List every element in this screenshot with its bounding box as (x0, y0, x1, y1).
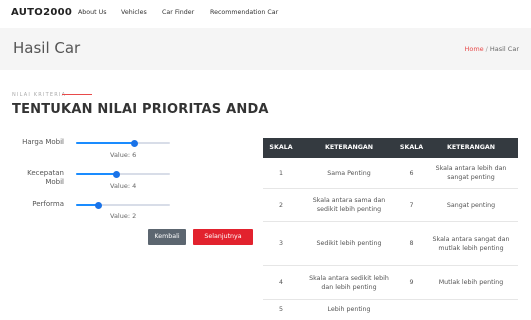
criteria-value-performa: Value: 2 (110, 212, 137, 220)
breadcrumb-home[interactable]: Home (464, 45, 483, 53)
navbar: AUTO2000 About Us Vehicles Car Finder Re… (0, 0, 531, 28)
table-cell: Sama Penting (327, 169, 371, 177)
table-cell: Skala antara sangat dan mutlak lebih pen… (432, 235, 510, 252)
table-cell: Sangat penting (446, 201, 496, 209)
table-cell: Skala antara sama dan sedikit lebih pent… (312, 197, 386, 213)
table-row: 3 Sedikit lebih penting 8 Skala antara s… (263, 222, 518, 266)
slider-performa[interactable] (76, 201, 170, 209)
table-cell: Skala antara lebih dan sangat penting (435, 165, 507, 181)
nav-car-finder[interactable]: Car Finder (162, 9, 194, 16)
table-cell: 8 (409, 240, 414, 247)
criteria-value-harga-mobil: Value: 6 (110, 151, 137, 159)
table-cell: Skala antara sedikit lebih dan lebih pen… (309, 274, 389, 291)
table-cell: Mutlak lebih penting (438, 279, 504, 286)
table-cell: 1 (278, 169, 283, 177)
table-row: 2 Skala antara sama dan sedikit lebih pe… (263, 189, 518, 222)
slider-thumb[interactable] (112, 170, 120, 178)
table-cell: 3 (278, 240, 283, 247)
header-keterangan: KETERANGAN (324, 144, 374, 151)
page-header: Hasil Car Home / Hasil Car (0, 28, 531, 70)
table-cell (424, 300, 518, 319)
criteria-value-kecepatan-mobil: Value: 4 (110, 182, 137, 190)
section-kicker: NILAI KRITERIA (12, 92, 67, 98)
criteria-label-kecepatan-mobil: Kecepatan Mobil (27, 169, 64, 186)
nav-recommendation-car[interactable]: Recommendation Car (210, 9, 278, 16)
slider-thumb[interactable] (94, 201, 102, 209)
table-cell: 4 (278, 279, 283, 286)
table-row: 4 Skala antara sedikit lebih dan lebih p… (263, 266, 518, 300)
criteria-label-performa: Performa (32, 200, 64, 208)
page-title: Hasil Car (13, 39, 81, 57)
breadcrumb: Home / Hasil Car (464, 45, 519, 53)
section-divider (62, 94, 92, 95)
table-row: 5 Lebih penting (263, 300, 518, 320)
slider-fill (76, 142, 134, 144)
header-skala: SKALA (269, 144, 293, 151)
back-button[interactable]: Kembali (148, 229, 186, 245)
table-header: SKALA KETERANGAN SKALA KETERANGAN (263, 138, 518, 158)
slider-fill (76, 173, 116, 175)
brand-logo[interactable]: AUTO2000 (11, 7, 72, 18)
table-cell: Lebih penting (327, 306, 371, 313)
table-cell (399, 300, 424, 319)
nav-vehicles[interactable]: Vehicles (121, 9, 147, 16)
table-cell: 6 (409, 169, 414, 177)
table-row: 1 Sama Penting 6 Skala antara lebih dan … (263, 158, 518, 189)
table-cell: 5 (278, 306, 283, 313)
breadcrumb-current: Hasil Car (489, 45, 519, 53)
criteria-label-harga-mobil: Harga Mobil (22, 138, 64, 146)
slider-kecepatan-mobil[interactable] (76, 170, 170, 178)
next-button[interactable]: Selanjutnya (193, 229, 253, 245)
breadcrumb-separator: / (485, 45, 488, 53)
table-cell: Sedikit lebih penting (316, 240, 382, 247)
table-cell: 9 (409, 279, 414, 286)
table-cell: 7 (409, 201, 414, 209)
slider-harga-mobil[interactable] (76, 139, 170, 147)
header-skala: SKALA (399, 144, 424, 151)
slider-thumb[interactable] (130, 139, 138, 147)
header-keterangan: KETERANGAN (446, 144, 496, 151)
table-cell: 2 (278, 201, 283, 209)
nav-about-us[interactable]: About Us (78, 9, 107, 16)
section-title: TENTUKAN NILAI PRIORITAS ANDA (12, 102, 269, 117)
